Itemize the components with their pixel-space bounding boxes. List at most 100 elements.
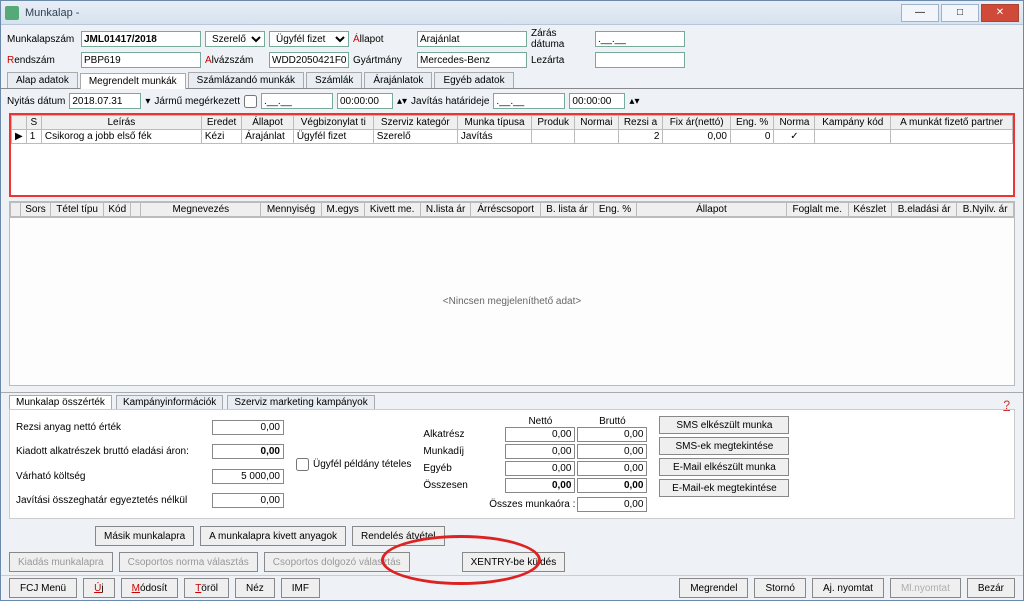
col-vegbizonylat[interactable]: Végbizonylat ti — [293, 116, 373, 130]
jarmu-date-field[interactable] — [261, 93, 333, 109]
col-fizeto[interactable]: A munkát fizető partner — [891, 116, 1013, 130]
javitas-time-field[interactable] — [569, 93, 625, 109]
modosit-button[interactable]: Módosít — [121, 578, 179, 598]
zaras-datuma-field[interactable] — [595, 31, 685, 47]
munkadij-netto[interactable] — [505, 444, 575, 459]
lezarta-field[interactable] — [595, 52, 685, 68]
kivett-anyagok-button[interactable]: A munkalapra kivett anyagok — [200, 526, 346, 546]
row-pointer-icon: ▶ — [12, 130, 27, 144]
ugyfel-peldany-checkbox[interactable] — [296, 458, 309, 471]
egyeb-netto[interactable] — [505, 461, 575, 476]
munkalapszam-field[interactable] — [81, 31, 201, 47]
egyeb-brutto[interactable] — [577, 461, 647, 476]
col-rezsi[interactable]: Rezsi a — [618, 116, 663, 130]
time-spinner-icon[interactable]: ▴▾ — [397, 96, 407, 107]
gyartmany-label: Gyártmány — [353, 55, 413, 66]
kiadott-field[interactable] — [212, 444, 284, 459]
storno-button[interactable]: Stornó — [754, 578, 805, 598]
rendeles-atvetel-button[interactable]: Rendelés átvétel — [352, 526, 445, 546]
ugyfel-fizet-select[interactable]: Ügyfél fizet — [269, 31, 349, 47]
table-row[interactable]: ▶ 1 Csikorog a jobb első fék Kézi Áraján… — [12, 130, 1013, 144]
javitasi-label: Javítási összeghatár egyeztetés nélkül — [16, 495, 206, 506]
close-button[interactable]: ✕ — [981, 4, 1019, 22]
javitas-hatarideje-label: Javítás határideje — [411, 96, 489, 107]
col-allapot[interactable]: Állapot — [242, 116, 294, 130]
main-tabs: Alap adatok Megrendelt munkák Számlázand… — [1, 68, 1023, 89]
masik-munkalapra-button[interactable]: Másik munkalapra — [95, 526, 194, 546]
jarmu-megerkezett-label: Jármű megérkezett — [154, 96, 240, 107]
munkadij-brutto[interactable] — [577, 444, 647, 459]
torol-button[interactable]: Töröl — [184, 578, 229, 598]
tab-szamlazando-munkak[interactable]: Számlázandó munkák — [188, 72, 304, 88]
bezar-button[interactable]: Bezár — [967, 578, 1015, 598]
imf-button[interactable]: IMF — [281, 578, 320, 598]
tab-szamlak[interactable]: Számlák — [306, 72, 362, 88]
csoportos-dolgozo-button: Csoportos dolgozó választás — [264, 552, 410, 572]
javitas-date-field[interactable] — [493, 93, 565, 109]
gyartmany-field[interactable] — [417, 52, 527, 68]
lezarta-label: Lezárta — [531, 55, 591, 66]
alkatresz-brutto[interactable] — [577, 427, 647, 442]
col-szerviz[interactable]: Szerviz kategór — [373, 116, 457, 130]
help-icon[interactable]: ? — [1003, 398, 1010, 412]
allapot-field[interactable] — [417, 31, 527, 47]
megrendel-button[interactable]: Megrendel — [679, 578, 748, 598]
jarmu-megerkezett-checkbox[interactable] — [244, 95, 257, 108]
rendszam-label: Rendszám — [7, 55, 77, 66]
col-leiras[interactable]: Leírás — [41, 116, 201, 130]
titlebar: Munkalap - — □ ✕ — [1, 1, 1023, 25]
col-s[interactable]: S — [26, 116, 41, 130]
osszesen-netto[interactable] — [505, 478, 575, 493]
col-eredet[interactable]: Eredet — [201, 116, 241, 130]
osszes-munkaora[interactable] — [577, 497, 647, 512]
ml-nyomtat-button: Ml.nyomtat — [890, 578, 961, 598]
alvazszam-label: Alvázszám — [205, 55, 265, 66]
sms-megtekintese-button[interactable]: SMS-ek megtekintése — [659, 437, 789, 455]
szerelo-select[interactable]: Szerelő — [205, 31, 265, 47]
fcj-menu-button[interactable]: FCJ Menü — [9, 578, 77, 598]
col-munkatipusa[interactable]: Munka típusa — [457, 116, 531, 130]
alkatresz-netto[interactable] — [505, 427, 575, 442]
xentry-button[interactable]: XENTRY-be küldés — [462, 552, 566, 572]
btab-munkalap-osszertek[interactable]: Munkalap összérték — [9, 395, 112, 409]
col-produk[interactable]: Produk — [532, 116, 575, 130]
maximize-button[interactable]: □ — [941, 4, 979, 22]
time-spinner-icon[interactable]: ▴▾ — [629, 96, 639, 107]
nyitas-datum-field[interactable] — [69, 93, 141, 109]
email-elkeszult-button[interactable]: E-Mail elkészült munka — [659, 458, 789, 476]
jobs-grid[interactable]: S Leírás Eredet Állapot Végbizonylat ti … — [9, 113, 1015, 197]
uj-button[interactable]: Új — [83, 578, 114, 598]
minimize-button[interactable]: — — [901, 4, 939, 22]
tab-arajanlatok[interactable]: Árajánlatok — [364, 72, 432, 88]
zaras-datuma-label: Zárás dátuma — [531, 28, 591, 50]
btab-szerviz-marketing[interactable]: Szerviz marketing kampányok — [227, 395, 374, 409]
col-norma[interactable]: Norma — [774, 116, 815, 130]
javitasi-field[interactable] — [212, 493, 284, 508]
window-title: Munkalap - — [25, 7, 901, 19]
ugyfel-peldany-label: Ügyfél példány tételes — [313, 459, 411, 470]
osszesen-brutto[interactable] — [577, 478, 647, 493]
varhato-field[interactable] — [212, 469, 284, 484]
nyitas-datum-label: Nyitás dátum — [7, 96, 65, 107]
rezsi-field[interactable] — [212, 420, 284, 435]
jarmu-time-field[interactable] — [337, 93, 393, 109]
brutto-header: Bruttó — [577, 416, 647, 427]
alvazszam-field[interactable] — [269, 52, 349, 68]
col-kampany[interactable]: Kampány kód — [815, 116, 891, 130]
sms-elkeszult-button[interactable]: SMS elkészült munka — [659, 416, 789, 434]
rendszam-field[interactable] — [81, 52, 201, 68]
btab-kampanyinformaciok[interactable]: Kampányinformációk — [116, 395, 223, 409]
tab-alap-adatok[interactable]: Alap adatok — [7, 72, 78, 88]
col-ptr — [12, 116, 27, 130]
items-grid-empty: <Nincsen megjeleníthető adat> — [9, 218, 1015, 386]
tab-egyeb-adatok[interactable]: Egyéb adatok — [434, 72, 513, 88]
dropdown-icon[interactable]: ▾ — [145, 96, 150, 107]
netto-header: Nettó — [505, 416, 575, 427]
nez-button[interactable]: Néz — [235, 578, 275, 598]
aj-nyomtat-button[interactable]: Aj. nyomtat — [812, 578, 884, 598]
col-normai[interactable]: Normai — [575, 116, 619, 130]
col-eng[interactable]: Eng. % — [730, 116, 774, 130]
email-megtekintese-button[interactable]: E-Mail-ek megtekintése — [659, 479, 789, 497]
col-fixar[interactable]: Fix ár(nettó) — [663, 116, 731, 130]
tab-megrendelt-munkak[interactable]: Megrendelt munkák — [80, 73, 186, 89]
